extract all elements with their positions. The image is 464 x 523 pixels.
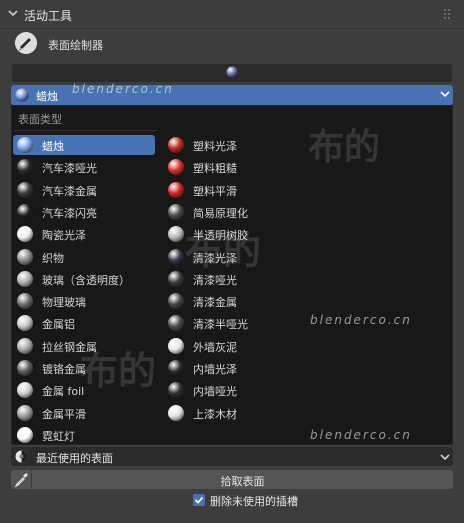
material-ball-icon	[168, 337, 184, 354]
material-ball-icon	[168, 248, 184, 265]
eyedropper-button[interactable]	[11, 470, 31, 489]
surface-type-item[interactable]: 金属铝	[13, 313, 155, 333]
surface-type-item[interactable]: 上漆木材	[164, 403, 304, 423]
surface-type-label: 金属铝	[42, 318, 75, 332]
watermark-url: blenderco.cn	[72, 82, 174, 96]
material-ball-icon	[168, 270, 184, 287]
surface-type-label: 汽车漆闪亮	[42, 206, 97, 220]
panel-title: 活动工具	[24, 9, 73, 23]
material-ball-icon	[17, 382, 33, 399]
material-ball-icon	[168, 315, 184, 332]
surface-type-label: 陶瓷光泽	[42, 229, 86, 243]
section-divider	[15, 130, 157, 131]
surface-type-label: 内墙哑光	[193, 385, 237, 399]
surface-type-label: 金属平滑	[42, 407, 86, 421]
material-ball-icon	[17, 248, 33, 265]
collapse-arrow-icon[interactable]	[8, 8, 18, 18]
surface-type-label: 塑料粗糙	[193, 162, 237, 176]
material-ball-icon	[17, 181, 33, 198]
material-preview-icon	[226, 66, 238, 78]
surface-type-label: 塑料平滑	[193, 184, 237, 198]
surface-type-label: 玻璃（含透明度）	[42, 273, 130, 287]
watermark-text: 布的	[308, 127, 381, 168]
surface-type-item[interactable]: 织物	[13, 247, 155, 267]
material-ball-icon	[17, 426, 33, 443]
chevron-down-icon	[440, 91, 450, 98]
material-ball-icon	[17, 360, 33, 376]
surface-type-label: 汽车漆哑光	[42, 162, 97, 176]
surface-type-label: 清漆金属	[193, 296, 237, 310]
surface-type-label: 金属 foil	[42, 385, 85, 399]
surface-type-label: 外墙灰泥	[193, 340, 237, 354]
eyedropper-icon	[14, 473, 28, 488]
menu-section-title: 表面类型	[18, 113, 62, 126]
surface-type-label: 霓虹灯	[42, 429, 75, 443]
material-ball-icon	[17, 404, 33, 421]
remove-unused-slots-label: 删除未使用的插槽	[210, 495, 298, 508]
checkmark-icon	[194, 496, 204, 504]
material-ball-icon	[168, 203, 184, 220]
recent-surface-icon	[15, 450, 28, 463]
surface-type-item[interactable]: 塑料光泽	[164, 135, 304, 155]
material-ball-icon	[168, 181, 184, 198]
surface-type-item[interactable]: 简易原理化	[164, 202, 304, 222]
surface-type-label: 内墙光泽	[193, 363, 237, 376]
surface-type-label: 织物	[42, 251, 64, 265]
surface-type-item[interactable]: 汽车漆哑光	[13, 157, 155, 177]
surface-type-item[interactable]: 玻璃（含透明度）	[13, 269, 155, 289]
surface-type-item[interactable]: 外墙灰泥	[164, 336, 304, 356]
material-ball-icon	[17, 293, 33, 310]
watermark-text: 布的	[185, 229, 262, 273]
material-ball-icon	[17, 203, 33, 220]
watermark-url: blenderco.cn	[310, 428, 412, 442]
material-ball-icon	[17, 226, 33, 243]
material-ball-icon	[168, 159, 184, 176]
material-ball-icon	[168, 293, 184, 310]
candle-material-icon	[15, 88, 29, 102]
material-ball-icon	[168, 404, 184, 421]
tool-label: 表面绘制器	[48, 39, 103, 52]
surface-type-item[interactable]: 汽车漆闪亮	[13, 202, 155, 222]
watermark-text: 布的	[80, 349, 157, 393]
surface-type-label: 上漆木材	[193, 407, 237, 421]
material-ball-icon	[17, 137, 33, 153]
surface-type-item[interactable]: 金属平滑	[13, 403, 155, 423]
surface-type-item[interactable]: 汽车漆金属	[13, 180, 155, 200]
surface-type-label: 简易原理化	[193, 206, 248, 220]
surface-type-label: 汽车漆金属	[42, 184, 97, 198]
surface-type-item[interactable]: 塑料粗糙	[164, 157, 304, 177]
material-ball-icon	[17, 270, 33, 287]
material-ball-icon	[168, 382, 184, 399]
surface-type-item[interactable]: 清漆半哑光	[164, 313, 304, 333]
material-ball-icon	[168, 226, 184, 243]
dropdown-selected-label: 蜡烛	[36, 90, 58, 103]
material-ball-icon	[17, 315, 33, 332]
surface-type-label: 塑料光泽	[193, 140, 237, 153]
surface-type-item[interactable]: 物理玻璃	[13, 291, 155, 311]
material-ball-icon	[17, 159, 33, 176]
surface-type-label: 物理玻璃	[42, 296, 86, 310]
surface-type-item[interactable]: 内墙光泽	[164, 358, 304, 378]
surface-type-label: 清漆半哑光	[193, 318, 248, 332]
surface-type-item[interactable]: 内墙哑光	[164, 380, 304, 400]
pick-surface-label: 拾取表面	[220, 475, 265, 488]
surface-type-item[interactable]: 清漆金属	[164, 291, 304, 311]
surface-type-item[interactable]: 蜡烛	[13, 135, 155, 155]
surface-type-item[interactable]: 陶瓷光泽	[13, 224, 155, 244]
drag-handle-icon[interactable]	[443, 8, 453, 20]
surface-type-item[interactable]: 霓虹灯	[13, 425, 155, 445]
surface-painter-tool-icon[interactable]	[15, 32, 37, 54]
chevron-down-icon	[440, 454, 450, 461]
material-ball-icon	[168, 137, 184, 153]
surface-type-label: 蜡烛	[42, 140, 64, 153]
material-ball-icon	[17, 337, 33, 354]
remove-unused-slots-checkbox[interactable]	[193, 494, 205, 506]
material-ball-icon	[168, 360, 184, 376]
watermark-url: blenderco.cn	[310, 313, 412, 327]
recent-surfaces-label: 最近使用的表面	[36, 452, 113, 465]
surface-type-item[interactable]: 塑料平滑	[164, 180, 304, 200]
